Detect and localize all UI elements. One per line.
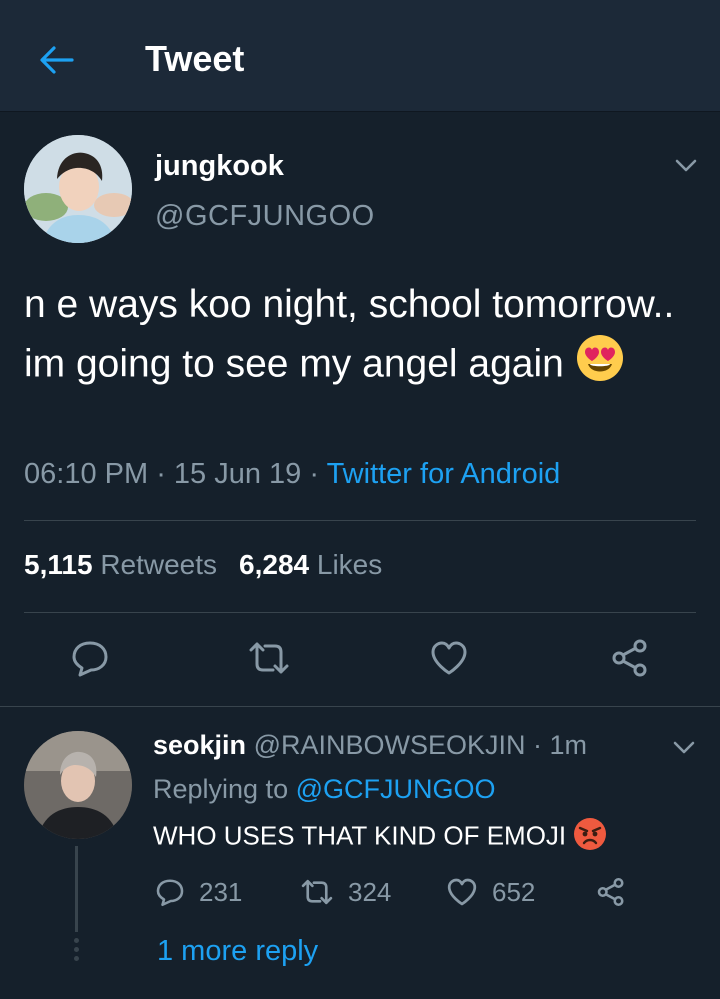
author-name[interactable]: jungkook (155, 150, 284, 183)
retweet-label: Retweets (100, 549, 218, 580)
thread-dot (74, 938, 79, 943)
retweet-icon (249, 642, 289, 674)
author-handle[interactable]: @GCFJUNGOO (155, 200, 375, 233)
like-button[interactable] (425, 634, 473, 682)
replying-prefix: Replying to (153, 774, 296, 804)
like-label: Likes (316, 549, 383, 580)
arrow-left-icon (40, 46, 74, 74)
meta-separator: · (148, 458, 174, 490)
tweet-text: n e ways koo night, school tomorrow.. im… (24, 276, 694, 399)
reply-avatar[interactable] (24, 731, 132, 839)
tweet-menu-button[interactable] (670, 150, 702, 182)
reply-age: · 1m (525, 730, 588, 760)
heart-icon (447, 878, 477, 906)
likes-stat[interactable]: 6,284 Likes (239, 549, 382, 580)
divider (0, 706, 720, 707)
divider (24, 520, 696, 521)
reply-button[interactable] (66, 634, 114, 682)
reply-retweet-button[interactable]: 324 (300, 872, 391, 912)
reply-text-content: WHO USES THAT KIND OF EMOJI (153, 820, 567, 851)
reply-share-button[interactable] (596, 872, 640, 912)
reply-author-name[interactable]: seokjin (153, 730, 246, 760)
reply-reply-button[interactable]: 231 (155, 872, 242, 912)
heart-eyes-emoji (575, 333, 625, 399)
reply-icon (156, 879, 184, 907)
retweet-button[interactable] (245, 634, 293, 682)
reply-like-button[interactable]: 652 (446, 872, 535, 912)
chevron-down-icon (675, 159, 697, 172)
divider (24, 612, 696, 613)
tweet-date: 15 Jun 19 (173, 458, 302, 490)
thread-dot (74, 956, 79, 961)
replying-mention-link[interactable]: @GCFJUNGOO (296, 774, 496, 804)
reply-author-handle[interactable]: @RAINBOWSEOKJIN (254, 730, 526, 760)
meta-separator: · (301, 458, 327, 490)
reply-icon (72, 641, 108, 677)
tweet-source-link[interactable]: Twitter for Android (327, 458, 561, 490)
share-button[interactable] (606, 634, 654, 682)
page-title: Tweet (145, 38, 245, 79)
share-icon (597, 877, 624, 907)
tweet-meta: 06:10 PM · 15 Jun 19 · Twitter for Andro… (24, 458, 560, 491)
tweet-time: 06:10 PM (24, 458, 149, 490)
tweet-stats: 5,115 Retweets 6,284 Likes (24, 549, 382, 581)
back-button[interactable] (30, 36, 82, 84)
reply-retweet-count: 324 (348, 876, 392, 907)
avatar-photo (24, 135, 132, 243)
reply-menu-button[interactable] (668, 732, 700, 764)
avatar[interactable] (24, 135, 132, 243)
share-icon (612, 639, 647, 677)
thread-dot (74, 947, 79, 952)
like-count: 6,284 (239, 549, 310, 580)
reply-avatar-photo (24, 731, 132, 839)
heart-icon (431, 641, 467, 675)
chevron-down-icon (673, 741, 695, 754)
reply-header: seokjin @RAINBOWSEOKJIN · 1m (153, 730, 587, 761)
top-bar: Tweet (0, 0, 720, 112)
angry-face-emoji (573, 817, 607, 858)
more-replies-link[interactable]: 1 more reply (157, 935, 318, 968)
replying-to: Replying to @GCFJUNGOO (153, 774, 496, 805)
reply-like-count: 652 (492, 876, 536, 907)
reply-reply-count: 231 (199, 876, 243, 907)
retweet-count: 5,115 (24, 549, 93, 580)
retweets-stat[interactable]: 5,115 Retweets (24, 549, 217, 580)
reply-text: WHO USES THAT KIND OF EMOJI (153, 817, 607, 858)
thread-line (75, 846, 78, 932)
retweet-icon (301, 879, 333, 905)
